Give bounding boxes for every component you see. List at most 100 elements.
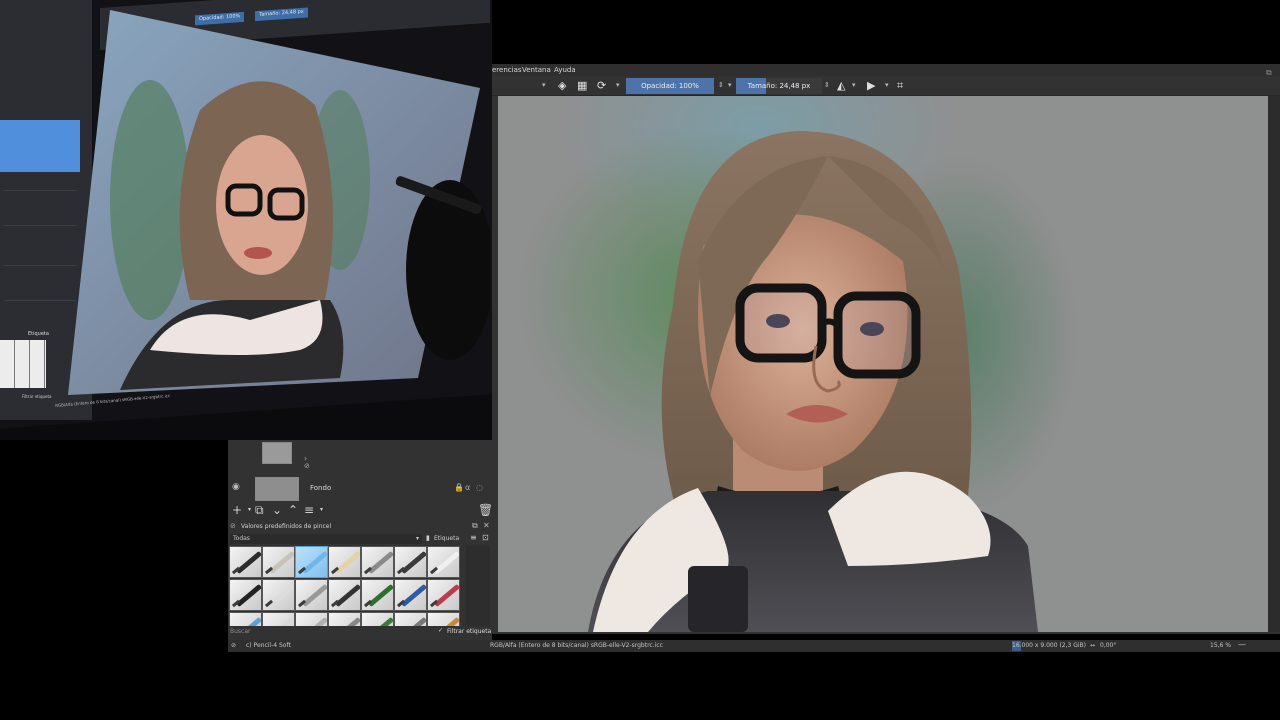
brush-preset-tile[interactable]	[394, 612, 427, 626]
chevron-down-icon[interactable]: ▾	[885, 79, 889, 92]
tag-label[interactable]: Etiqueta	[434, 535, 459, 542]
inherit-alpha-icon[interactable]: ◌	[476, 483, 483, 492]
chevron-down-icon[interactable]: ▾	[852, 79, 856, 92]
brush-preset-icon	[334, 616, 360, 626]
lock-icon[interactable]: 🔒	[454, 483, 464, 492]
list-view-icon[interactable]: ≡	[470, 533, 477, 542]
eye-icon[interactable]: ◉	[232, 482, 240, 492]
brush-preset-icon	[334, 583, 360, 608]
reload-preset-icon[interactable]: ⟳	[597, 79, 606, 92]
float-docker-icon[interactable]: ⧉	[472, 521, 478, 531]
duplicate-layer-icon[interactable]: ⧉	[255, 503, 264, 517]
preserve-alpha-icon[interactable]: ▦	[577, 79, 587, 92]
spin-arrows-icon[interactable]: ⇕	[718, 79, 724, 92]
brush-preset-icon	[433, 616, 459, 626]
brush-preset-icon	[334, 550, 360, 575]
alpha-lock-icon[interactable]: α	[465, 483, 470, 492]
brush-preset-tile[interactable]	[229, 546, 262, 578]
brush-preset-tile[interactable]	[262, 579, 295, 611]
brush-preset-tile[interactable]	[295, 579, 328, 611]
brush-preset-tile[interactable]	[361, 546, 394, 578]
brush-preset-icon	[268, 616, 294, 626]
tag-filter-value: Todas	[233, 535, 250, 542]
mirror-vertical-icon[interactable]: ▶	[867, 79, 875, 92]
menubar: erencias Ventana Ayuda	[492, 64, 1280, 76]
add-layer-icon[interactable]: +	[232, 503, 242, 517]
filter-tag-checkbox[interactable]: ✓	[438, 627, 443, 634]
link-icon: ⊘	[304, 462, 310, 470]
eraser-icon[interactable]: ◈	[558, 79, 566, 92]
size-slider[interactable]: Tamaño: 24,48 px	[736, 78, 822, 94]
brush-preset-tile[interactable]	[262, 612, 295, 626]
brush-preset-icon	[433, 550, 459, 575]
brush-preset-tile[interactable]	[394, 546, 427, 578]
brush-preset-icon	[433, 583, 459, 608]
zoom-slider[interactable]: —	[1238, 640, 1246, 649]
brush-toolbar: ▾ ◈ ▦ ⟳ ▾ Opacidad: 100% ⇕ ▾ Tamaño: 24,…	[492, 68, 1280, 96]
menu-window[interactable]: Ventana	[522, 66, 551, 74]
preset-icon: ⊘	[231, 642, 237, 649]
brush-preset-icon	[400, 583, 426, 608]
close-icon[interactable]: ✕	[483, 521, 490, 530]
brush-preset-tile[interactable]	[229, 612, 262, 626]
brush-presets-header: ⊘ Valores predefinidos de pincel ⧉ ✕	[228, 521, 492, 533]
brush-preset-tile[interactable]	[394, 579, 427, 611]
layer-row-fondo[interactable]: ◉ Fondo 🔒 α ◌	[228, 476, 492, 502]
menu-preferences[interactable]: erencias	[492, 66, 522, 74]
brush-preset-icon	[268, 583, 294, 608]
tag-icon: ▮	[426, 534, 430, 542]
presets-icon: ⊘	[230, 522, 236, 530]
brush-preset-grid	[228, 546, 464, 626]
window-restore-icon[interactable]: ⧉	[1266, 66, 1272, 79]
spin-arrows-icon[interactable]: ⇕	[824, 79, 830, 92]
main-window: erencias Ventana Ayuda ▾ ◈ ▦ ⟳ ▾ Opacida…	[492, 64, 1280, 634]
brush-presets-title: Valores predefinidos de pincel	[241, 523, 332, 530]
brush-preset-tile[interactable]	[262, 546, 295, 578]
move-up-icon[interactable]: ⌃	[288, 503, 298, 517]
brush-preset-tile[interactable]	[328, 579, 361, 611]
brush-preset-icon	[268, 550, 294, 575]
brush-preset-tile[interactable]	[361, 579, 394, 611]
filter-tag-label: Filtrar etiqueta	[447, 628, 492, 635]
canvas-vertical-scrollbar[interactable]	[1268, 96, 1280, 632]
size-label: Tamaño: 24,48 px	[747, 82, 811, 90]
layer-name: Fondo	[310, 484, 332, 492]
brush-preset-tile[interactable]	[229, 579, 262, 611]
menu-help[interactable]: Ayuda	[554, 66, 576, 74]
screen-root: Etiqueta Filtrar etiqueta Opacidad: 100%…	[0, 0, 1280, 720]
layer-properties-icon[interactable]: ≡	[304, 503, 314, 517]
mirror-horizontal-icon[interactable]: ◭	[837, 79, 845, 92]
brush-preset-icon	[235, 550, 261, 575]
preset-scrollbar[interactable]	[466, 546, 490, 626]
chevron-down-icon[interactable]: ▾	[248, 503, 251, 517]
wrap-around-icon[interactable]: ⌗	[897, 79, 903, 92]
presets-filter-row: Todas ▾ ▮ Etiqueta ≡ ⊡	[228, 533, 492, 545]
image-size: 16.000 x 9.000 (2,3 GiB)	[1012, 642, 1087, 649]
monitor-painting	[68, 10, 490, 395]
search-input[interactable]: Buscar	[230, 628, 251, 635]
tag-filter-dropdown[interactable]: Todas ▾	[230, 534, 422, 544]
panel-menu-icon[interactable]: ⊡	[482, 533, 489, 542]
chevron-down-icon[interactable]: ▾	[728, 79, 732, 92]
chevron-down-icon[interactable]: ▾	[320, 503, 323, 517]
brush-preset-tile[interactable]	[361, 612, 394, 626]
brush-preset-tile[interactable]	[328, 546, 361, 578]
presets-search-row: Buscar ✓ Filtrar etiqueta	[228, 626, 492, 638]
opacity-slider[interactable]: Opacidad: 100%	[626, 78, 714, 94]
brush-preset-tile[interactable]	[295, 612, 328, 626]
brush-preset-tile[interactable]	[427, 579, 460, 611]
canvas[interactable]	[498, 96, 1268, 632]
brush-preset-tile[interactable]	[328, 612, 361, 626]
status-bar: ⊘ c) Pencil-4 Soft RGB/Alfa (Entero de 8…	[228, 640, 1280, 652]
move-down-icon[interactable]: ⌄	[272, 503, 282, 517]
brush-preset-icon	[367, 616, 393, 626]
layer-row-group[interactable]: › ⊘	[228, 440, 492, 470]
brush-preset-tile[interactable]	[295, 546, 328, 578]
chevron-down-icon[interactable]: ▾	[542, 79, 546, 92]
brush-preset-tile[interactable]	[427, 546, 460, 578]
delete-layer-icon[interactable]: 🗑	[478, 503, 493, 517]
brush-preset-icon	[235, 616, 261, 626]
brush-preset-tile[interactable]	[427, 612, 460, 626]
rotation-icon[interactable]: ↔	[1090, 642, 1095, 649]
chevron-down-icon[interactable]: ▾	[616, 79, 620, 92]
